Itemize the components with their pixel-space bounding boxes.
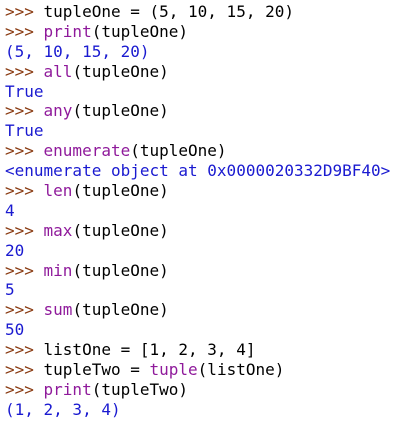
- code-text: (listOne): [197, 360, 285, 380]
- code-text: (tupleOne): [72, 300, 169, 320]
- shell-output-line: (5, 10, 15, 20): [5, 42, 418, 62]
- shell-prompt: >>>: [5, 360, 44, 380]
- code-text: (tupleOne): [72, 220, 169, 240]
- shell-prompt: >>>: [5, 379, 44, 399]
- output-text: <enumerate object at 0x0000020332D9BF40>: [5, 161, 391, 181]
- shell-prompt: >>>: [5, 340, 44, 360]
- shell-input-line: >>> enumerate(tupleOne): [5, 141, 418, 161]
- shell-input-line: >>> tupleTwo = tuple(listOne): [5, 360, 418, 380]
- code-text: (tupleOne): [72, 101, 169, 121]
- output-text: True: [5, 121, 44, 141]
- code-text: (tupleOne): [72, 181, 169, 201]
- shell-input-line: >>> len(tupleOne): [5, 181, 418, 201]
- python-shell-output[interactable]: >>> tupleOne = (5, 10, 15, 20) >>> print(…: [0, 0, 418, 425]
- output-text: (1, 2, 3, 4): [5, 399, 121, 419]
- shell-output-line: 20: [5, 241, 418, 261]
- builtin-function-name: print: [43, 379, 92, 399]
- output-text: 50: [5, 320, 25, 340]
- builtin-function-name: print: [43, 21, 92, 41]
- code-text: tupleTwo =: [43, 360, 150, 380]
- builtin-function-name: len: [43, 181, 73, 201]
- shell-prompt: >>>: [5, 141, 44, 161]
- code-text: (tupleOne): [91, 21, 189, 41]
- shell-prompt: >>>: [5, 220, 44, 240]
- code-text: (tupleTwo): [91, 379, 189, 399]
- shell-prompt: >>>: [5, 2, 44, 21]
- shell-output-line: <enumerate object at 0x0000020332D9BF40>: [5, 161, 418, 181]
- output-text: 4: [5, 200, 15, 220]
- code-text: listOne = [1, 2, 3, 4]: [43, 340, 256, 360]
- shell-prompt: >>>: [5, 101, 44, 121]
- shell-input-line: >>> all(tupleOne): [5, 62, 418, 82]
- shell-output-line: 50: [5, 320, 418, 340]
- builtin-function-name: max: [43, 220, 73, 240]
- shell-prompt: >>>: [5, 21, 44, 41]
- builtin-function-name: tuple: [149, 360, 198, 380]
- builtin-function-name: all: [43, 61, 73, 81]
- shell-prompt: >>>: [5, 61, 44, 81]
- shell-output-line: (1, 2, 3, 4): [5, 400, 418, 420]
- shell-output-line: True: [5, 82, 418, 102]
- shell-output-line: 4: [5, 201, 418, 221]
- builtin-function-name: enumerate: [43, 141, 131, 161]
- shell-output-line: 5: [5, 280, 418, 300]
- shell-input-line: >>> min(tupleOne): [5, 261, 418, 281]
- shell-input-line: >>> any(tupleOne): [5, 101, 418, 121]
- builtin-function-name: sum: [43, 300, 73, 320]
- shell-input-line: >>> max(tupleOne): [5, 221, 418, 241]
- shell-input-line: >>> print(tupleTwo): [5, 380, 418, 400]
- shell-prompt: >>>: [5, 300, 44, 320]
- shell-input-line: >>> listOne = [1, 2, 3, 4]: [5, 340, 418, 360]
- shell-input-line: >>> print(tupleOne): [5, 22, 418, 42]
- code-text: (tupleOne): [72, 61, 169, 81]
- shell-input-line: >>> tupleOne = (5, 10, 15, 20): [5, 2, 418, 22]
- code-text: (tupleOne): [72, 260, 169, 280]
- code-text: tupleOne = (5, 10, 15, 20): [43, 2, 294, 21]
- output-text: True: [5, 81, 44, 101]
- output-text: (5, 10, 15, 20): [5, 41, 150, 61]
- output-text: 20: [5, 240, 25, 260]
- shell-output-line: True: [5, 121, 418, 141]
- builtin-function-name: min: [43, 260, 73, 280]
- shell-prompt: >>>: [5, 181, 44, 201]
- output-text: 5: [5, 280, 15, 300]
- code-text: (tupleOne): [130, 141, 227, 161]
- builtin-function-name: any: [43, 101, 73, 121]
- shell-prompt: >>>: [5, 260, 44, 280]
- shell-input-line: >>> sum(tupleOne): [5, 300, 418, 320]
